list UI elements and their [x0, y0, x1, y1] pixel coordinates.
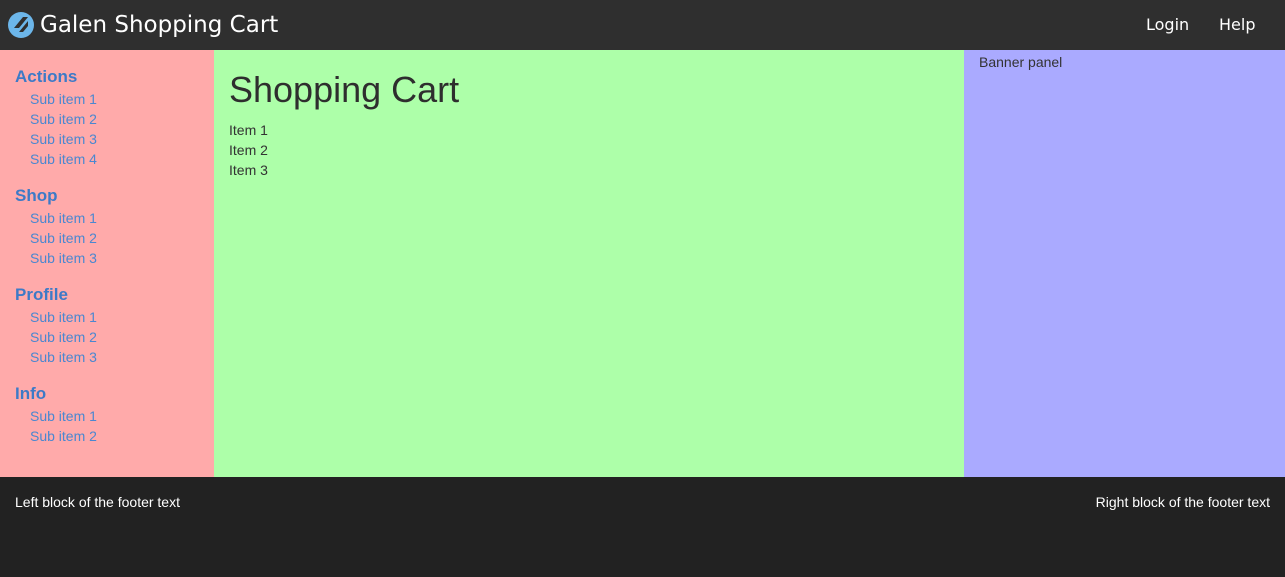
- cart-item: Item 3: [229, 162, 268, 178]
- banner-panel: Banner panel: [964, 50, 1285, 477]
- sidebar-section-title[interactable]: Shop: [15, 186, 97, 206]
- sidebar-sub-item[interactable]: Sub item 1: [30, 307, 97, 327]
- cart-item: Item 1: [229, 122, 268, 138]
- sidebar-sub-item[interactable]: Sub item 2: [30, 228, 97, 248]
- banner-text: Banner panel: [979, 54, 1063, 70]
- sidebar-section-profile: Profile Sub item 1 Sub item 2 Sub item 3: [15, 285, 97, 367]
- sidebar-sub-item[interactable]: Sub item 1: [30, 406, 97, 426]
- sidebar-section-shop: Shop Sub item 1 Sub item 2 Sub item 3: [15, 186, 97, 268]
- header: Galen Shopping Cart Login Help: [0, 0, 1285, 50]
- help-link[interactable]: Help: [1219, 15, 1255, 35]
- footer: Left block of the footer text Right bloc…: [0, 477, 1285, 577]
- sidebar-section-actions: Actions Sub item 1 Sub item 2 Sub item 3…: [15, 67, 97, 169]
- sidebar-section-info: Info Sub item 1 Sub item 2: [15, 384, 97, 446]
- sidebar: Actions Sub item 1 Sub item 2 Sub item 3…: [0, 50, 214, 477]
- footer-right-text: Right block of the footer text: [1095, 494, 1270, 510]
- sidebar-sub-item[interactable]: Sub item 4: [30, 149, 97, 169]
- sidebar-sub-item[interactable]: Sub item 2: [30, 426, 97, 446]
- galen-logo-icon[interactable]: [7, 11, 35, 39]
- sidebar-section-title[interactable]: Profile: [15, 285, 97, 305]
- sidebar-section-title[interactable]: Actions: [15, 67, 97, 87]
- sidebar-sub-item[interactable]: Sub item 2: [30, 327, 97, 347]
- cart-list: Item 1 Item 2 Item 3: [229, 120, 268, 180]
- sidebar-sub-item[interactable]: Sub item 2: [30, 109, 97, 129]
- sidebar-section-title[interactable]: Info: [15, 384, 97, 404]
- sidebar-sub-item[interactable]: Sub item 1: [30, 89, 97, 109]
- sidebar-sub-item[interactable]: Sub item 3: [30, 129, 97, 149]
- sidebar-sub-item[interactable]: Sub item 1: [30, 208, 97, 228]
- sidebar-sub-item[interactable]: Sub item 3: [30, 347, 97, 367]
- sidebar-sub-item[interactable]: Sub item 3: [30, 248, 97, 268]
- page-title: Shopping Cart: [229, 69, 460, 110]
- main-content: Shopping Cart Item 1 Item 2 Item 3: [214, 50, 964, 477]
- login-link[interactable]: Login: [1146, 15, 1189, 35]
- cart-item: Item 2: [229, 142, 268, 158]
- brand-title[interactable]: Galen Shopping Cart: [40, 10, 278, 40]
- footer-left-text: Left block of the footer text: [15, 494, 180, 510]
